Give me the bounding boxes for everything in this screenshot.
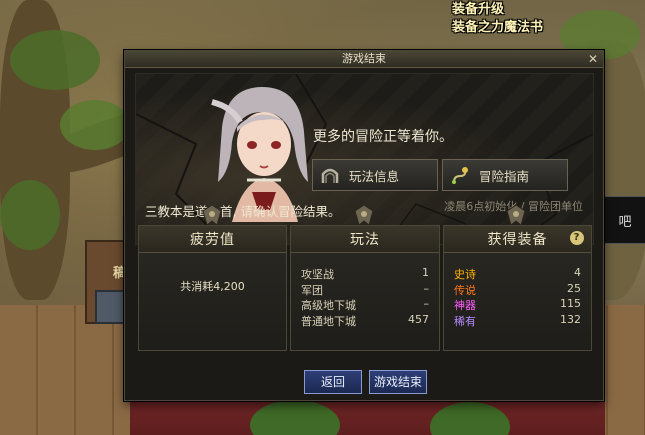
help-icon[interactable]: ?	[570, 231, 584, 245]
dialog-titlebar[interactable]: 游戏结束 ✕	[125, 51, 603, 68]
hud-line2: 装备之力魔法书	[452, 20, 544, 35]
confirm-notice: 三教本是道为首, 请确认冒险结果。	[145, 204, 341, 219]
crest-ornament-icon	[202, 204, 222, 226]
list-item: 高级地下城 –	[301, 297, 429, 313]
side-sign: 吧	[603, 196, 645, 244]
rarity-count: 25	[567, 281, 581, 295]
fatigue-title-text: 疲劳值	[190, 232, 235, 248]
list-item: 攻坚战 1	[301, 266, 429, 282]
fatigue-title: 疲劳值	[139, 226, 286, 253]
adventure-guide-button[interactable]: 冒险指南	[442, 159, 568, 191]
mode-name: 高级地下城	[301, 299, 356, 312]
side-sign-label: 吧	[618, 214, 632, 230]
rarity-count: 4	[574, 266, 581, 279]
fatigue-panel: 疲劳值 共消耗4,200	[138, 225, 287, 351]
mode-count: –	[423, 297, 430, 310]
rarity-count: 115	[560, 297, 581, 310]
list-item: 军团 –	[301, 282, 429, 298]
mode-name: 攻坚战	[301, 268, 334, 281]
loot-title-text: 获得装备	[487, 232, 548, 248]
mode-count: 457	[408, 312, 429, 326]
game-over-dialog: 游戏结束 ✕ 更多的冒险正等着你。 玩法信息 冒险指南 三教本是道为首, 请确认…	[124, 50, 604, 401]
back-button[interactable]: 返回	[304, 370, 362, 394]
close-button[interactable]: ✕	[586, 52, 600, 66]
rarity-count: 132	[560, 312, 581, 326]
modes-panel: 玩法 攻坚战 1 军团 – 高级地下城 – 普通地下城 457	[290, 225, 440, 351]
list-item: 传说 25	[454, 282, 581, 298]
modes-title-text: 玩法	[350, 232, 380, 248]
rarity-name: 史诗	[454, 268, 476, 281]
hud-equip-book[interactable]: 装备之力魔法书	[452, 16, 543, 35]
adventure-guide-label: 冒险指南	[479, 168, 530, 184]
tagline: 更多的冒险正等着你。	[313, 129, 453, 145]
crest-ornament-icon	[506, 204, 526, 226]
rarity-name: 稀有	[454, 314, 476, 328]
crest-ornament-icon	[354, 204, 374, 226]
route-pin-icon	[449, 164, 471, 186]
list-item: 稀有 132	[454, 313, 581, 329]
close-icon: ✕	[587, 52, 599, 66]
gameplay-info-label: 玩法信息	[349, 168, 400, 184]
loot-title: 获得装备 ?	[444, 226, 591, 253]
hud-equip-upgrade[interactable]: 装备升级	[452, 0, 504, 17]
dialog-title: 游戏结束	[342, 52, 386, 65]
rarity-name: 传说	[454, 283, 476, 297]
gate-icon	[319, 164, 341, 186]
mode-name: 军团	[301, 283, 323, 297]
fatigue-consumed: 共消耗4,200	[180, 280, 245, 293]
gameplay-info-button[interactable]: 玩法信息	[312, 159, 438, 191]
modes-title: 玩法	[291, 226, 439, 253]
list-item: 普通地下城 457	[301, 313, 429, 329]
list-item: 神器 115	[454, 297, 581, 313]
loot-panel: 获得装备 ? 史诗 4 传说 25 神器 115 稀有 132	[443, 225, 592, 351]
list-item: 史诗 4	[454, 266, 581, 282]
mode-name: 普通地下城	[301, 314, 356, 328]
end-game-button[interactable]: 游戏结束	[369, 370, 427, 394]
rarity-name: 神器	[454, 299, 476, 312]
mode-count: 1	[422, 266, 429, 279]
mode-count: –	[423, 281, 430, 295]
hud-line1: 装备升级	[452, 2, 505, 17]
